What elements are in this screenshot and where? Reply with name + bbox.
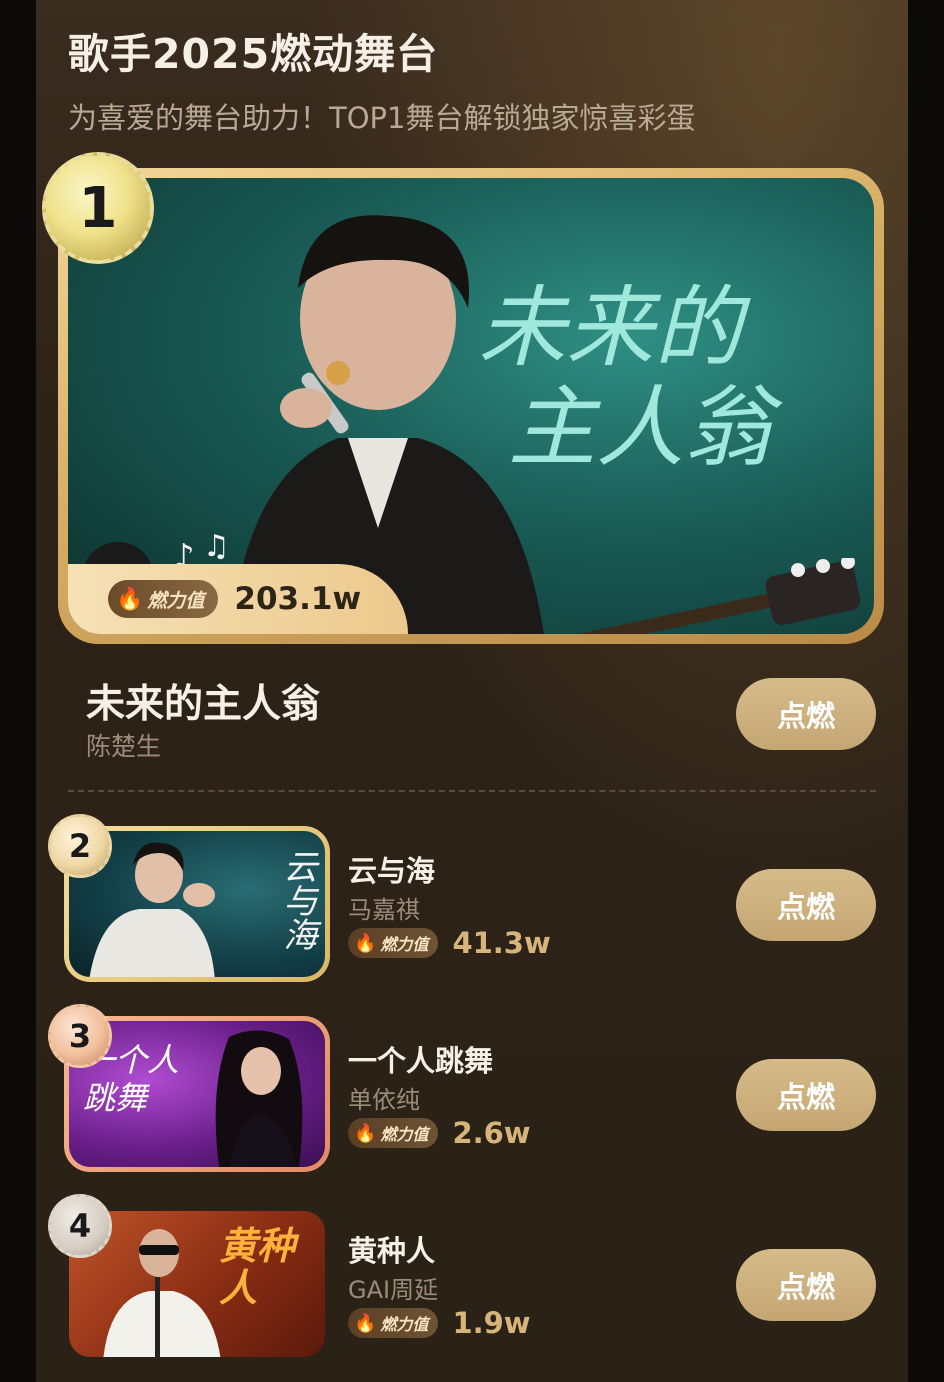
flame-icon: 🔥: [354, 932, 377, 954]
title-art-text: 主人翁: [508, 376, 783, 479]
heat-row: 🔥 燃力值 41.3w: [348, 926, 551, 960]
rank-1-badge: 1: [42, 152, 154, 264]
song-title-art: 未来的 主人翁: [478, 276, 783, 479]
rank-number: 1: [78, 175, 118, 241]
heat-value: 203.1w: [234, 581, 362, 617]
top1-stage-card[interactable]: 未来的 主人翁 ♪ ♫ 🔥 燃力值 203.1w: [58, 168, 884, 644]
flame-icon: 🔥: [354, 1312, 377, 1334]
song-title-art: 黄种人: [219, 1223, 296, 1310]
song-title: 黄种人: [348, 1234, 436, 1268]
song-title: 未来的主人翁: [86, 682, 321, 727]
song-title: 云与海: [348, 854, 436, 888]
heat-label: 燃力值: [147, 589, 205, 612]
rank-4-badge: 4: [48, 1194, 112, 1258]
ignite-button[interactable]: 点燃: [736, 678, 876, 750]
title-art-text: 未来的: [478, 276, 751, 379]
heat-label: 燃力值: [380, 1315, 429, 1334]
song-title: 一个人跳舞: [348, 1044, 494, 1078]
guitar-illustration: [568, 558, 861, 634]
singer-illustration: [103, 1229, 221, 1357]
singer-illustration: [215, 1030, 303, 1167]
heat-chip: 🔥 燃力值 203.1w: [68, 564, 408, 634]
top1-stage-image: 未来的 主人翁 ♪ ♫ 🔥 燃力值 203.1w: [68, 178, 874, 634]
svg-text:♫: ♫: [203, 529, 230, 564]
heat-row: 🔥 燃力值 1.9w: [348, 1306, 531, 1340]
ignite-button[interactable]: 点燃: [736, 1059, 876, 1131]
heat-row: 🔥 燃力值 2.6w: [348, 1116, 531, 1150]
song-artist: 单依纯: [348, 1086, 420, 1114]
rank-2-badge: 2: [48, 814, 112, 878]
song-artist: 马嘉祺: [348, 896, 420, 924]
song-artist: GAI周延: [348, 1276, 439, 1304]
heat-badge: 🔥 燃力值: [108, 580, 219, 618]
rank-number: 2: [68, 827, 92, 865]
flame-icon: 🔥: [354, 1122, 377, 1144]
rank-number: 4: [68, 1207, 92, 1245]
rank-number: 3: [68, 1017, 92, 1055]
heat-label: 燃力值: [380, 935, 429, 954]
page-title: 歌手2025燃动舞台: [68, 30, 439, 78]
rank-3-badge: 3: [48, 1004, 112, 1068]
song-artist: 陈楚生: [86, 732, 162, 761]
heat-value: 41.3w: [452, 926, 551, 960]
heat-badge: 🔥 燃力值: [348, 1118, 439, 1148]
page-subtitle: 为喜爱的舞台助力！TOP1舞台解锁独家惊喜彩蛋: [68, 101, 696, 135]
ignite-button[interactable]: 点燃: [736, 1249, 876, 1321]
heat-badge: 🔥 燃力值: [348, 928, 439, 958]
song-title-art: 云与海: [277, 849, 317, 951]
ignite-button[interactable]: 点燃: [736, 869, 876, 941]
ranking-panel: 歌手2025燃动舞台 为喜爱的舞台助力！TOP1舞台解锁独家惊喜彩蛋 未来的 主…: [36, 0, 908, 1382]
heat-badge: 🔥 燃力值: [348, 1308, 439, 1338]
flame-icon: 🔥: [116, 586, 144, 612]
heat-label: 燃力值: [380, 1125, 429, 1144]
heat-value: 1.9w: [452, 1306, 531, 1340]
divider: [68, 790, 876, 792]
heat-value: 2.6w: [452, 1116, 531, 1150]
